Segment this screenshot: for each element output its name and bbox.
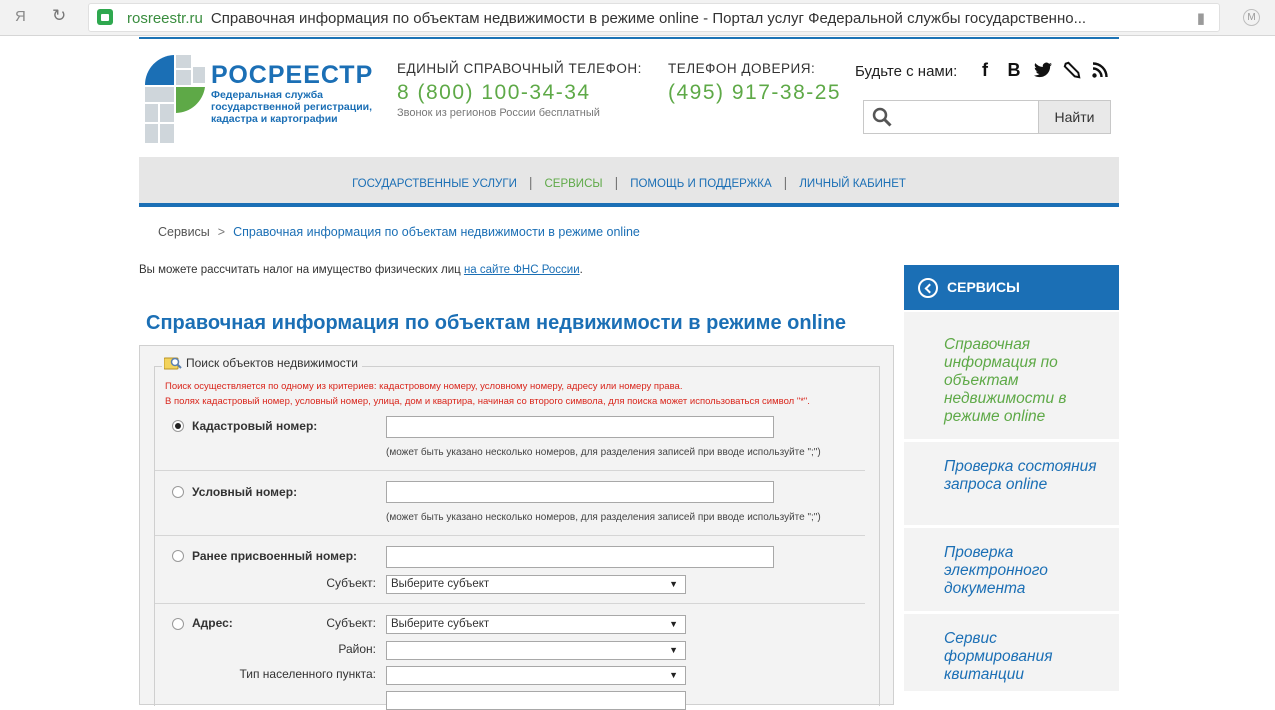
logo-name[interactable]: РОСРЕЕСТР (211, 61, 373, 90)
district-label: Район: (338, 642, 376, 656)
address-subject-label: Субъект: (326, 616, 376, 630)
breadcrumb: Сервисы > Справочная информация по объекта… (158, 225, 640, 239)
address-bar[interactable]: rosreestr.ru Справочная информация по объ… (88, 3, 1220, 32)
site-search: Найти (863, 100, 1111, 134)
yandex-icon[interactable]: Я (15, 8, 26, 25)
cadastral-label: Кадастровый номер: (192, 419, 318, 433)
district-select[interactable]: ▼ (386, 641, 686, 660)
sidebar-item-receipt-service[interactable]: Сервис формирования квитанции (904, 614, 1119, 691)
sidebar-item-document-check[interactable]: Проверка электронного документа (904, 528, 1119, 611)
chevron-down-icon: ▼ (669, 670, 678, 680)
subject-select[interactable]: Выберите субъект ▼ (386, 575, 686, 594)
address-text: rosreestr.ru Справочная информация по объ… (127, 10, 1086, 27)
nav-item-account[interactable]: ЛИЧНЫЙ КАБИНЕТ (787, 178, 918, 190)
livejournal-icon[interactable] (1063, 61, 1081, 79)
previous-number-label: Ранее присвоенный номер: (192, 549, 358, 563)
breadcrumb-separator: > (217, 225, 226, 239)
search-input[interactable] (900, 104, 1038, 130)
site-header: РОСРЕЕСТР Федеральная служба государстве… (139, 37, 1119, 157)
chevron-down-icon: ▼ (669, 619, 678, 629)
divider (155, 535, 865, 536)
subject-label: Субъект: (326, 576, 376, 590)
radio-address[interactable] (172, 618, 184, 630)
sidebar-header: СЕРВИСЫ (904, 265, 1119, 310)
sidebar-item-label: Проверка электронного документа (944, 544, 1048, 597)
radio-previous-number[interactable] (172, 550, 184, 562)
wildcard-hint: В полях кадастровый номер, условный номе… (165, 396, 810, 407)
tax-note-end: . (579, 264, 583, 276)
sidebar-item-request-status[interactable]: Проверка состояния запроса online (904, 442, 1119, 525)
address-subject-value: Выберите субъект (391, 618, 490, 630)
divider (155, 603, 865, 604)
sidebar-item-reference-info[interactable]: Справочная информация по объектам недвиж… (904, 312, 1119, 439)
lock-icon (97, 9, 113, 25)
facebook-icon[interactable]: f (975, 60, 995, 81)
chevron-down-icon: ▼ (669, 579, 678, 589)
breadcrumb-current: Справочная информация по объектам недвиж… (233, 225, 640, 239)
vkontakte-icon[interactable]: B (1004, 60, 1024, 81)
breadcrumb-root[interactable]: Сервисы (158, 225, 210, 239)
back-circle-icon[interactable] (918, 278, 938, 298)
rosreestr-logo-icon[interactable] (143, 53, 205, 145)
folder-search-icon (164, 357, 182, 370)
conditional-label: Условный номер: (192, 485, 298, 499)
sidebar-item-label: Проверка состояния запроса online (944, 458, 1097, 493)
profile-icon[interactable]: M (1243, 9, 1260, 26)
fns-link[interactable]: на сайте ФНС России (464, 264, 580, 276)
cadastral-number-input[interactable] (386, 416, 774, 438)
conditional-note: (может быть указано несколько номеров, д… (386, 512, 821, 523)
nav-item-services[interactable]: СЕРВИСЫ (532, 178, 614, 190)
reload-icon[interactable]: ↻ (52, 6, 66, 26)
divider (155, 470, 865, 471)
next-select[interactable] (386, 691, 686, 710)
settlement-type-select[interactable]: ▼ (386, 666, 686, 685)
browser-toolbar: Я ↻ rosreestr.ru Справочная информация по… (0, 0, 1275, 36)
subject-select-value: Выберите субъект (391, 578, 490, 590)
logo-subtitle: Федеральная служба государственной регис… (211, 89, 373, 125)
hotline-label: ЕДИНЫЙ СПРАВОЧНЫЙ ТЕЛЕФОН: (397, 61, 642, 76)
address-subject-select[interactable]: Выберите субъект ▼ (386, 615, 686, 634)
rss-icon[interactable] (1092, 62, 1108, 78)
address-label: Адрес: (192, 616, 233, 630)
previous-number-input[interactable] (386, 546, 774, 568)
url-domain: rosreestr.ru (127, 10, 203, 27)
search-form: Поиск объектов недвижимости Поиск осущес… (139, 345, 894, 710)
bookmark-icon[interactable]: ▮ (1197, 9, 1205, 27)
sidebar-title[interactable]: СЕРВИСЫ (947, 279, 1020, 295)
hotline-note: Звонок из регионов России бесплатный (397, 107, 600, 119)
hotline-phone: 8 (800) 100-34-34 (397, 81, 591, 104)
conditional-number-input[interactable] (386, 481, 774, 503)
cadastral-note: (может быть указано несколько номеров, д… (386, 447, 821, 458)
search-hint: Поиск осуществляется по одному из критер… (165, 381, 683, 392)
sidebar-item-label: Справочная информация по объектам недвиж… (944, 336, 1067, 425)
nav-item-help[interactable]: ПОМОЩЬ И ПОДДЕРЖКА (618, 178, 783, 190)
nav-item-state-services[interactable]: ГОСУДАРСТВЕННЫЕ УСЛУГИ (340, 178, 529, 190)
sidebar-item-label: Сервис формирования квитанции (944, 630, 1053, 683)
url-page-title: Справочная информация по объектам недвиж… (210, 10, 1087, 27)
search-button[interactable]: Найти (1038, 101, 1110, 133)
trust-line-phone: (495) 917-38-25 (668, 81, 842, 104)
settlement-type-label: Тип населенного пункта: (239, 667, 376, 681)
trust-line-label: ТЕЛЕФОН ДОВЕРИЯ: (668, 61, 816, 76)
search-icon (872, 107, 892, 127)
radio-conditional[interactable] (172, 486, 184, 498)
twitter-icon[interactable] (1034, 62, 1052, 78)
main-nav: ГОСУДАРСТВЕННЫЕ УСЛУГИ | СЕРВИСЫ | ПОМОЩЬ И … (139, 157, 1119, 207)
form-legend-text: Поиск объектов недвижимости (186, 356, 359, 370)
chevron-down-icon: ▼ (669, 645, 678, 655)
form-legend: Поиск объектов недвижимости (162, 356, 363, 370)
radio-cadastral[interactable] (172, 420, 184, 432)
tax-note-text: Вы можете рассчитать налог на имущество … (139, 264, 461, 276)
social-label: Будьте с нами: (855, 63, 958, 80)
tax-note: Вы можете рассчитать налог на имущество … (139, 264, 583, 276)
page-title: Справочная информация по объектам недвиж… (146, 312, 847, 334)
